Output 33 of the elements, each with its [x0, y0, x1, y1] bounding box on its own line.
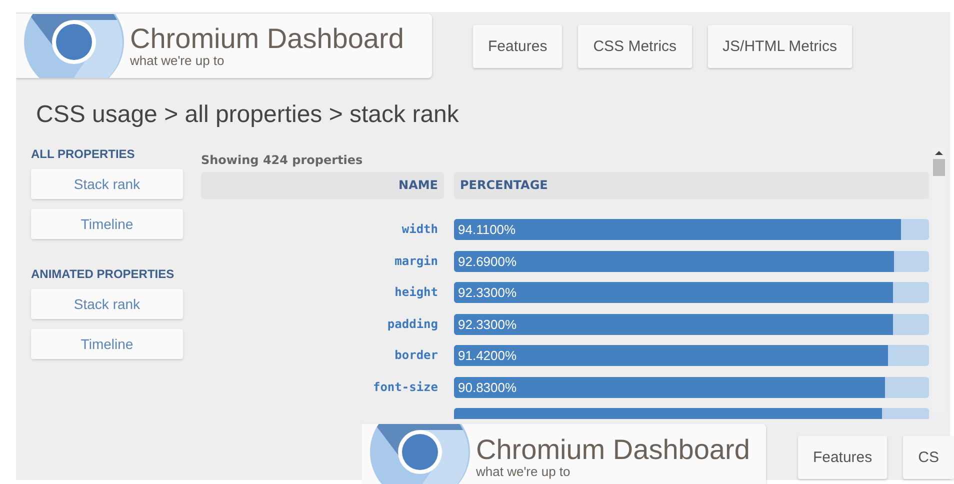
nav-button[interactable]: CS	[903, 436, 954, 479]
page-heading: CSS usage > all properties > stack rank	[36, 101, 460, 129]
property-name: width	[400, 221, 439, 238]
sidebar-button[interactable]: Timeline	[31, 329, 183, 359]
site-tagline: what we're up to	[130, 54, 226, 68]
property-name: border	[394, 347, 439, 364]
percentage-label: 90.8300%	[457, 380, 517, 394]
nav-button[interactable]: CSS Metrics	[578, 25, 692, 68]
property-name: margin	[394, 252, 439, 270]
percentage-label: 91.4200%	[457, 348, 517, 363]
results-count: Showing 424 properties	[201, 153, 364, 167]
site-title: Chromium Dashboard	[476, 435, 750, 465]
nav-button[interactable]: Features	[473, 25, 562, 68]
sidebar-button[interactable]: Timeline	[31, 209, 183, 239]
sidebar-button[interactable]: Stack rank	[31, 169, 183, 199]
nav-button[interactable]: JS/HTML Metrics	[708, 25, 852, 68]
percentage-label: 92.6900%	[457, 254, 517, 268]
column-header: PERCENTAGE	[454, 172, 929, 199]
property-name: height	[394, 284, 439, 301]
column-header: NAME	[201, 172, 444, 199]
section-heading: ANIMATED PROPERTIES	[31, 267, 176, 281]
percentage-label: 92.3300%	[457, 285, 517, 300]
percentage-label: 94.1100%	[457, 222, 516, 237]
percentage-label: 92.3300%	[457, 316, 517, 332]
section-heading: ALL PROPERTIES	[31, 147, 136, 161]
scroll-up-icon[interactable]	[935, 151, 943, 155]
sidebar-button[interactable]: Stack rank	[31, 289, 183, 319]
property-name: font-size	[372, 378, 439, 396]
property-name: padding	[386, 316, 439, 332]
site-title: Chromium Dashboard	[130, 24, 404, 54]
nav-button[interactable]: Features	[798, 436, 888, 479]
site-tagline: what we're up to	[476, 465, 572, 479]
scroll-thumb[interactable]	[933, 159, 945, 176]
